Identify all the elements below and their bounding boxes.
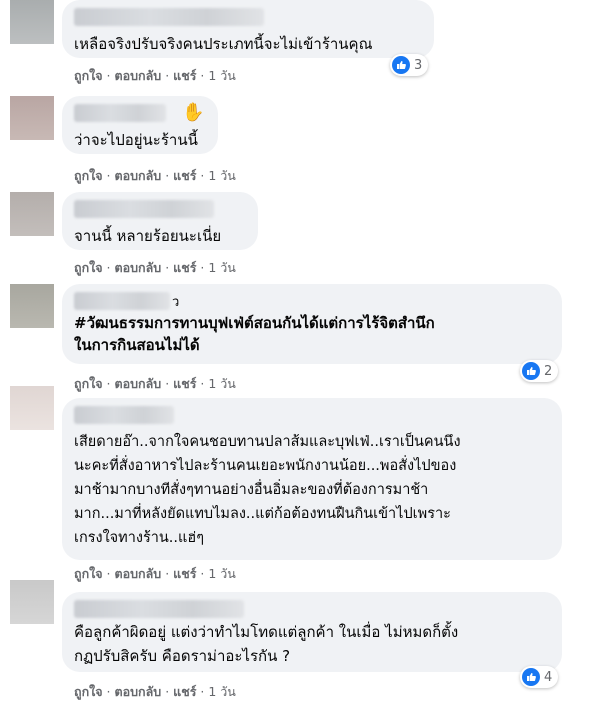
like-link[interactable]: ถูกใจ [74, 376, 103, 391]
timestamp[interactable]: 1 วัน [208, 684, 236, 699]
separator: · [161, 168, 174, 183]
comment-bubble: คือลูกค้าผิดอยู่ แต่งว่าทำไมโทดแต่ลูกค้า… [62, 592, 562, 672]
comment-text: จานนี้ หลายร้อยนะเนี่ย [74, 227, 222, 245]
separator: · [196, 68, 209, 83]
reaction-count-badge[interactable]: 3 [390, 54, 429, 76]
like-reaction-icon [392, 56, 410, 74]
separator: · [196, 260, 209, 275]
avatar[interactable] [10, 386, 54, 430]
commenter-name-blurred[interactable] [74, 600, 244, 618]
separator: · [196, 376, 209, 391]
commenter-name-blurred[interactable] [74, 406, 174, 424]
share-link[interactable]: แชร์ [173, 168, 196, 183]
reply-link[interactable]: ตอบกลับ [115, 566, 162, 581]
separator: · [196, 168, 209, 183]
wave-hand-icon: ✋ [182, 102, 205, 123]
comment-bubble: เสียดายอ๊า..จากใจคนชอบทานปลาส้มและบุฟเฟ่… [62, 398, 562, 560]
share-link[interactable]: แชร์ [173, 566, 196, 581]
comment-text: เหลือจริงปรับจริงคนประเภทนี้จะไม่เข้าร้า… [74, 35, 373, 53]
share-link[interactable]: แชร์ [173, 68, 196, 83]
reply-link[interactable]: ตอบกลับ [115, 68, 162, 83]
reaction-count: 3 [414, 57, 423, 73]
comment-actions: ถูกใจ · ตอบกลับ · แชร์ · 1 วัน [74, 374, 236, 394]
like-link[interactable]: ถูกใจ [74, 684, 103, 699]
separator: · [102, 68, 115, 83]
avatar[interactable] [10, 96, 54, 140]
comment-bubble: เหลือจริงปรับจริงคนประเภทนี้จะไม่เข้าร้า… [62, 0, 434, 58]
share-link[interactable]: แชร์ [173, 684, 196, 699]
like-link[interactable]: ถูกใจ [74, 260, 103, 275]
like-reaction-icon [522, 362, 540, 380]
comment-text: เสียดายอ๊า..จากใจคนชอบทานปลาส้มและบุฟเฟ่… [74, 434, 461, 546]
reaction-count-badge[interactable]: 4 [520, 666, 559, 688]
separator: · [102, 260, 115, 275]
share-link[interactable]: แชร์ [173, 260, 196, 275]
reaction-count-badge[interactable]: 2 [520, 360, 559, 382]
separator: · [161, 566, 174, 581]
separator: · [161, 68, 174, 83]
reaction-count: 4 [544, 669, 553, 685]
commenter-name-suffix: ว [172, 294, 180, 310]
reply-link[interactable]: ตอบกลับ [115, 376, 162, 391]
separator: · [102, 376, 115, 391]
like-reaction-icon [522, 668, 540, 686]
reply-link[interactable]: ตอบกลับ [115, 260, 162, 275]
comment-actions: ถูกใจ · ตอบกลับ · แชร์ · 1 วัน [74, 682, 236, 702]
comment-actions: ถูกใจ · ตอบกลับ · แชร์ · 1 วัน [74, 66, 236, 86]
avatar[interactable] [10, 284, 54, 328]
commenter-name-blurred[interactable] [74, 8, 264, 26]
separator: · [161, 260, 174, 275]
reply-link[interactable]: ตอบกลับ [115, 684, 162, 699]
separator: · [102, 168, 115, 183]
separator: · [102, 566, 115, 581]
comment-actions: ถูกใจ · ตอบกลับ · แชร์ · 1 วัน [74, 166, 236, 186]
commenter-name-blurred[interactable] [74, 104, 166, 122]
comment-text: #วัฒนธรรมการทานบุฟเฟ่ต์สอนกันได้แต่การไร… [74, 314, 435, 354]
timestamp[interactable]: 1 วัน [208, 68, 236, 83]
separator: · [196, 566, 209, 581]
avatar[interactable] [10, 580, 54, 624]
commenter-name-blurred[interactable] [74, 200, 214, 218]
timestamp[interactable]: 1 วัน [208, 260, 236, 275]
separator: · [161, 376, 174, 391]
comment-text: ว่าจะไปอยู่นะร้านนี้ [74, 131, 198, 149]
comment-actions: ถูกใจ · ตอบกลับ · แชร์ · 1 วัน [74, 258, 236, 278]
separator: · [102, 684, 115, 699]
comment-bubble: จานนี้ หลายร้อยนะเนี่ย [62, 192, 258, 250]
comment-actions: ถูกใจ · ตอบกลับ · แชร์ · 1 วัน [74, 564, 236, 584]
reply-link[interactable]: ตอบกลับ [115, 168, 162, 183]
separator: · [161, 684, 174, 699]
like-link[interactable]: ถูกใจ [74, 68, 103, 83]
timestamp[interactable]: 1 วัน [208, 376, 236, 391]
like-link[interactable]: ถูกใจ [74, 566, 103, 581]
avatar[interactable] [10, 192, 54, 236]
commenter-name-blurred[interactable] [74, 292, 170, 310]
comment-bubble: ว #วัฒนธรรมการทานบุฟเฟ่ต์สอนกันได้แต่การ… [62, 284, 562, 364]
timestamp[interactable]: 1 วัน [208, 566, 236, 581]
comment-text: คือลูกค้าผิดอยู่ แต่งว่าทำไมโทดแต่ลูกค้า… [74, 623, 459, 665]
avatar[interactable] [10, 0, 54, 44]
share-link[interactable]: แชร์ [173, 376, 196, 391]
like-link[interactable]: ถูกใจ [74, 168, 103, 183]
reaction-count: 2 [544, 363, 553, 379]
timestamp[interactable]: 1 วัน [208, 168, 236, 183]
separator: · [196, 684, 209, 699]
